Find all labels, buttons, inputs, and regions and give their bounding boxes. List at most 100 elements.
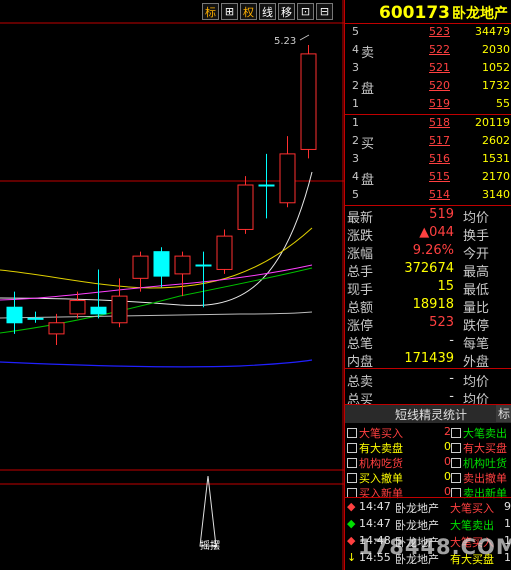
sell-row: 3 521 1052 (345, 61, 511, 78)
candle-body[interactable] (111, 295, 128, 324)
quote-label-right: 最高 (463, 265, 490, 280)
spirit-filter-right[interactable]: 卖出新单 (451, 485, 507, 501)
checkbox[interactable] (347, 428, 357, 438)
buy-price[interactable]: 515 (429, 170, 450, 183)
checkbox[interactable] (347, 443, 357, 453)
candle-body[interactable] (48, 322, 65, 335)
watermark: 178448.COM (358, 535, 511, 559)
sell-volume: 2030 (482, 43, 510, 56)
quote-row: 总额 18918 量比 (345, 297, 511, 316)
buy-price[interactable]: 516 (429, 152, 450, 165)
checkbox[interactable] (451, 428, 461, 438)
sell-price[interactable]: 522 (429, 43, 450, 56)
event-marker-icon: ◆ (347, 534, 356, 547)
toolbar-button-4[interactable]: 移 (278, 3, 295, 20)
sell-price[interactable]: 519 (429, 97, 450, 110)
stock-code: 600173 (379, 3, 450, 23)
quote-label: 现手 (347, 283, 374, 298)
sell-volume: 34479 (475, 25, 510, 38)
toolbar-button-0[interactable]: 标 (202, 3, 219, 20)
checkbox[interactable] (451, 458, 461, 468)
candle-body[interactable] (195, 264, 212, 267)
event-type: 大笔卖出 (450, 519, 494, 532)
candle-body[interactable] (258, 184, 275, 187)
spirit-filter-left[interactable]: 大笔买入 2 (347, 425, 451, 441)
short-term-spirit-header: 短线精灵统计 标 (345, 405, 511, 423)
quote-label-right: 换手 (463, 229, 490, 244)
candle-body[interactable] (237, 184, 254, 230)
spirit-event[interactable]: ◆ 14:47 卧龙地产 大笔买入 9 (345, 500, 511, 515)
candle-body[interactable] (27, 317, 44, 320)
toolbar-button-5[interactable]: ⊡ (297, 3, 314, 20)
quote-row: 内盘 171439 外盘 (345, 351, 511, 370)
toolbar-button-3[interactable]: 线 (259, 3, 276, 20)
quote-label-right: 均价 (463, 375, 490, 390)
sell-level: 4 (352, 43, 359, 56)
ma-line-green (0, 267, 313, 334)
spirit-filter-label: 大笔卖出 (463, 427, 507, 440)
quote-label-right: 今开 (463, 247, 490, 262)
quote-row: 总手 372674 最高 (345, 261, 511, 280)
buy-row: 1 518 20119 (345, 116, 511, 133)
candle-body[interactable] (174, 255, 191, 275)
spirit-filter-left[interactable]: 买入新单 0 (347, 485, 451, 501)
quote-label-right: 每笔 (463, 337, 490, 352)
checkbox[interactable] (451, 473, 461, 483)
buy-price[interactable]: 517 (429, 134, 450, 147)
event-value: 1 (504, 517, 511, 530)
chart-toolbar: 标 ⊞ 权线移 ⊡ ⊟ (202, 3, 333, 23)
sell-row: 5 523 34479 (345, 25, 511, 42)
quote-label: 涨幅 (347, 247, 374, 262)
candle-body[interactable] (300, 53, 317, 150)
spirit-filter-right[interactable]: 卖出撤单 (451, 470, 507, 486)
quote-value: 523 (429, 315, 454, 330)
spirit-mark-button[interactable]: 标 (496, 405, 511, 422)
sell-volume: 1052 (482, 61, 510, 74)
spirit-filter-left[interactable]: 买入撤单 0 (347, 470, 451, 486)
spirit-filter-right[interactable]: 有大买盘 (451, 440, 507, 456)
buy-price[interactable]: 514 (429, 188, 450, 201)
buy-row: 2 517 2602 (345, 134, 511, 151)
high-price-pointer (299, 34, 310, 41)
candle-body[interactable] (279, 153, 296, 204)
candle-body[interactable] (69, 300, 86, 315)
buy-price[interactable]: 518 (429, 116, 450, 129)
buy-level: 4 (352, 170, 359, 183)
sell-price[interactable]: 521 (429, 61, 450, 74)
quote-value: - (449, 333, 454, 348)
spirit-filter-left[interactable]: 有大卖盘 0 (347, 440, 451, 456)
buy-volume: 3140 (482, 188, 510, 201)
spirit-event[interactable]: ◆ 14:47 卧龙地产 大笔卖出 1 (345, 517, 511, 532)
sell-level: 5 (352, 25, 359, 38)
candlestick-chart[interactable]: 5.23 摇摆 (0, 0, 344, 570)
spirit-title: 短线精灵统计 (395, 408, 468, 422)
sell-level: 2 (352, 79, 359, 92)
spirit-filter-label: 机构吃货 (359, 457, 403, 470)
sell-price[interactable]: 520 (429, 79, 450, 92)
quote-row: 总笔 - 每笔 (345, 333, 511, 352)
checkbox[interactable] (347, 458, 357, 468)
quote-label: 总笔 (347, 337, 374, 352)
spirit-filter-right[interactable]: 机构吐货 (451, 455, 507, 471)
event-stock: 卧龙地产 (395, 502, 439, 515)
candle-body[interactable] (132, 255, 149, 279)
spirit-filter-count: 0 (444, 455, 451, 468)
toolbar-button-1[interactable]: ⊞ (221, 3, 238, 20)
sell-volume: 1732 (482, 79, 510, 92)
spirit-filter-label: 买入撤单 (359, 472, 403, 485)
candle-body[interactable] (6, 306, 23, 324)
ma-line-gray (0, 311, 313, 319)
candle-body[interactable] (216, 235, 233, 270)
spirit-filter-left[interactable]: 机构吃货 0 (347, 455, 451, 471)
toolbar-button-2[interactable]: 权 (240, 3, 257, 20)
checkbox[interactable] (347, 473, 357, 483)
candle-body[interactable] (153, 251, 170, 277)
checkbox[interactable] (451, 443, 461, 453)
buy-level: 5 (352, 188, 359, 201)
spirit-filter-right[interactable]: 大笔卖出 (451, 425, 507, 441)
sell-price[interactable]: 523 (429, 25, 450, 38)
candle-body[interactable] (90, 306, 107, 315)
event-marker-icon: ◆ (347, 500, 356, 513)
toolbar-button-6[interactable]: ⊟ (316, 3, 333, 20)
quote-label-right: 最低 (463, 283, 490, 298)
